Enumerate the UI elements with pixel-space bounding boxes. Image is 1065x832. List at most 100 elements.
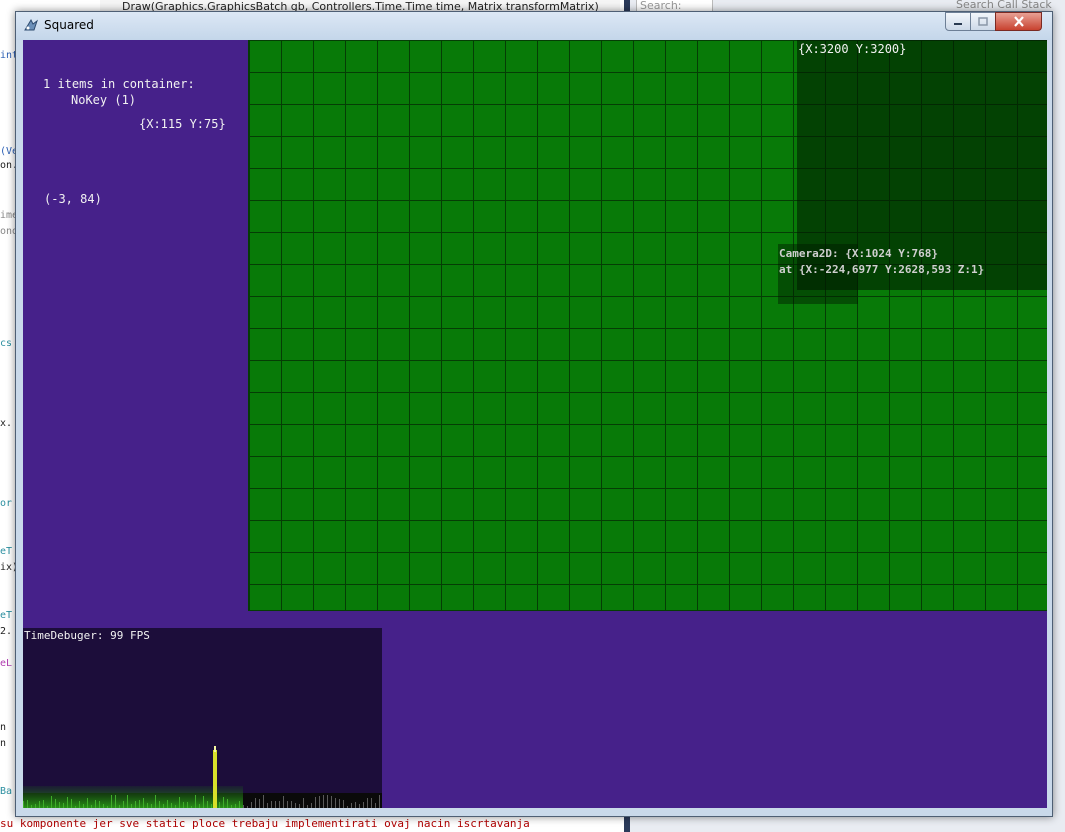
graph-tick xyxy=(171,803,172,808)
graph-tick xyxy=(279,801,280,808)
tile-coordinate: (-3, 84) xyxy=(44,192,102,206)
graph-tick xyxy=(351,803,352,808)
graph-tick xyxy=(319,796,320,808)
ide-code-line: su komponente jer sve static ploce treba… xyxy=(0,817,530,830)
title-bar[interactable]: Squared xyxy=(16,12,1052,40)
fps-graph xyxy=(23,746,382,808)
graph-tick xyxy=(263,795,264,808)
graph-tick xyxy=(287,801,288,808)
code-fragment: eL xyxy=(0,658,13,669)
graph-tick xyxy=(163,804,164,808)
camera-position: at {X:-224,6977 Y:2628,593 Z:1} xyxy=(779,263,985,276)
code-fragment: n xyxy=(0,722,7,733)
graph-tick xyxy=(47,806,48,808)
graph-tick xyxy=(135,801,136,808)
minimize-button[interactable] xyxy=(945,12,971,31)
graph-tick xyxy=(23,801,24,808)
graph-tick xyxy=(183,802,184,808)
graph-tick xyxy=(115,795,116,808)
graph-tick xyxy=(375,803,376,808)
time-debugger-label: TimeDebuger: 99 FPS xyxy=(24,629,150,642)
close-button[interactable] xyxy=(995,12,1042,31)
graph-tick xyxy=(227,799,228,808)
graph-tick xyxy=(95,800,96,808)
code-fragment: 2. xyxy=(0,626,13,637)
graph-tick xyxy=(35,804,36,808)
graph-tick xyxy=(243,805,244,808)
graph-tick xyxy=(219,802,220,808)
graph-tick xyxy=(111,795,112,808)
code-fragment: or xyxy=(0,498,13,509)
frame-spike xyxy=(213,750,217,808)
graph-tick xyxy=(131,804,132,808)
graph-tick xyxy=(67,797,68,808)
code-fragment: cs xyxy=(0,338,13,349)
graph-tick xyxy=(147,803,148,808)
graph-tick xyxy=(39,801,40,808)
graph-tick xyxy=(355,802,356,808)
graph-tick xyxy=(107,806,108,808)
graph-tick xyxy=(127,795,128,808)
graph-tick xyxy=(223,797,224,808)
graph-tick xyxy=(363,802,364,808)
graph-tick xyxy=(187,802,188,808)
graph-tick xyxy=(87,798,88,808)
graph-tick xyxy=(299,804,300,808)
graph-tick xyxy=(303,798,304,808)
camera-info: Camera2D: {X:1024 Y:768} at {X:-224,6977… xyxy=(779,246,984,278)
graph-tick xyxy=(71,799,72,808)
graph-tick xyxy=(155,795,156,808)
graph-tick xyxy=(235,804,236,808)
code-fragment: eT xyxy=(0,546,13,557)
graph-tick xyxy=(43,800,44,808)
graph-tick xyxy=(139,800,140,808)
graph-tick xyxy=(343,800,344,808)
graph-tick xyxy=(119,805,120,808)
graph-tick xyxy=(191,806,192,808)
graph-tick xyxy=(251,802,252,808)
world-size: {X:3200 Y:3200} xyxy=(798,42,907,56)
graph-tick xyxy=(75,806,76,808)
close-icon xyxy=(1013,16,1024,27)
graph-tick xyxy=(291,801,292,808)
graph-tick xyxy=(275,801,276,808)
graph-tick xyxy=(91,805,92,808)
graph-tick xyxy=(255,798,256,808)
graph-tick xyxy=(323,795,324,808)
graph-tick xyxy=(367,798,368,808)
graph-tick xyxy=(179,797,180,808)
graph-tick xyxy=(203,796,204,808)
graph-tick xyxy=(199,804,200,808)
graph-tick xyxy=(59,802,60,808)
graph-tick xyxy=(27,800,28,808)
maximize-button[interactable] xyxy=(970,12,996,31)
game-viewport[interactable]: 1 items in container: NoKey (1) {X:115 Y… xyxy=(23,40,1047,808)
graph-tick xyxy=(339,799,340,808)
graph-tick xyxy=(211,804,212,808)
graph-tick xyxy=(79,801,80,808)
graph-tick xyxy=(63,803,64,808)
minimize-icon xyxy=(954,22,962,25)
graph-tick xyxy=(103,804,104,808)
graph-tick xyxy=(151,804,152,808)
graph-tick xyxy=(359,804,360,808)
time-debugger-panel: TimeDebuger: 99 FPS xyxy=(23,628,382,808)
graph-tick xyxy=(259,799,260,808)
container-info-title: 1 items in container: xyxy=(43,77,195,91)
graph-tick xyxy=(247,806,248,808)
frame-spike-top xyxy=(214,746,216,752)
graph-tick xyxy=(195,795,196,808)
maximize-icon xyxy=(978,17,988,26)
graph-tick xyxy=(371,798,372,808)
graph-tick xyxy=(379,795,380,808)
graph-tick xyxy=(99,801,100,808)
graph-tick xyxy=(207,801,208,808)
graph-tick xyxy=(175,805,176,808)
graph-tick xyxy=(159,801,160,808)
graph-tick xyxy=(231,805,232,808)
graph-tick xyxy=(307,805,308,808)
graph-tick xyxy=(267,803,268,808)
squared-window: Squared 1 items in container: NoKey (1) … xyxy=(15,11,1053,817)
graph-tick xyxy=(295,803,296,808)
graph-tick xyxy=(143,798,144,808)
